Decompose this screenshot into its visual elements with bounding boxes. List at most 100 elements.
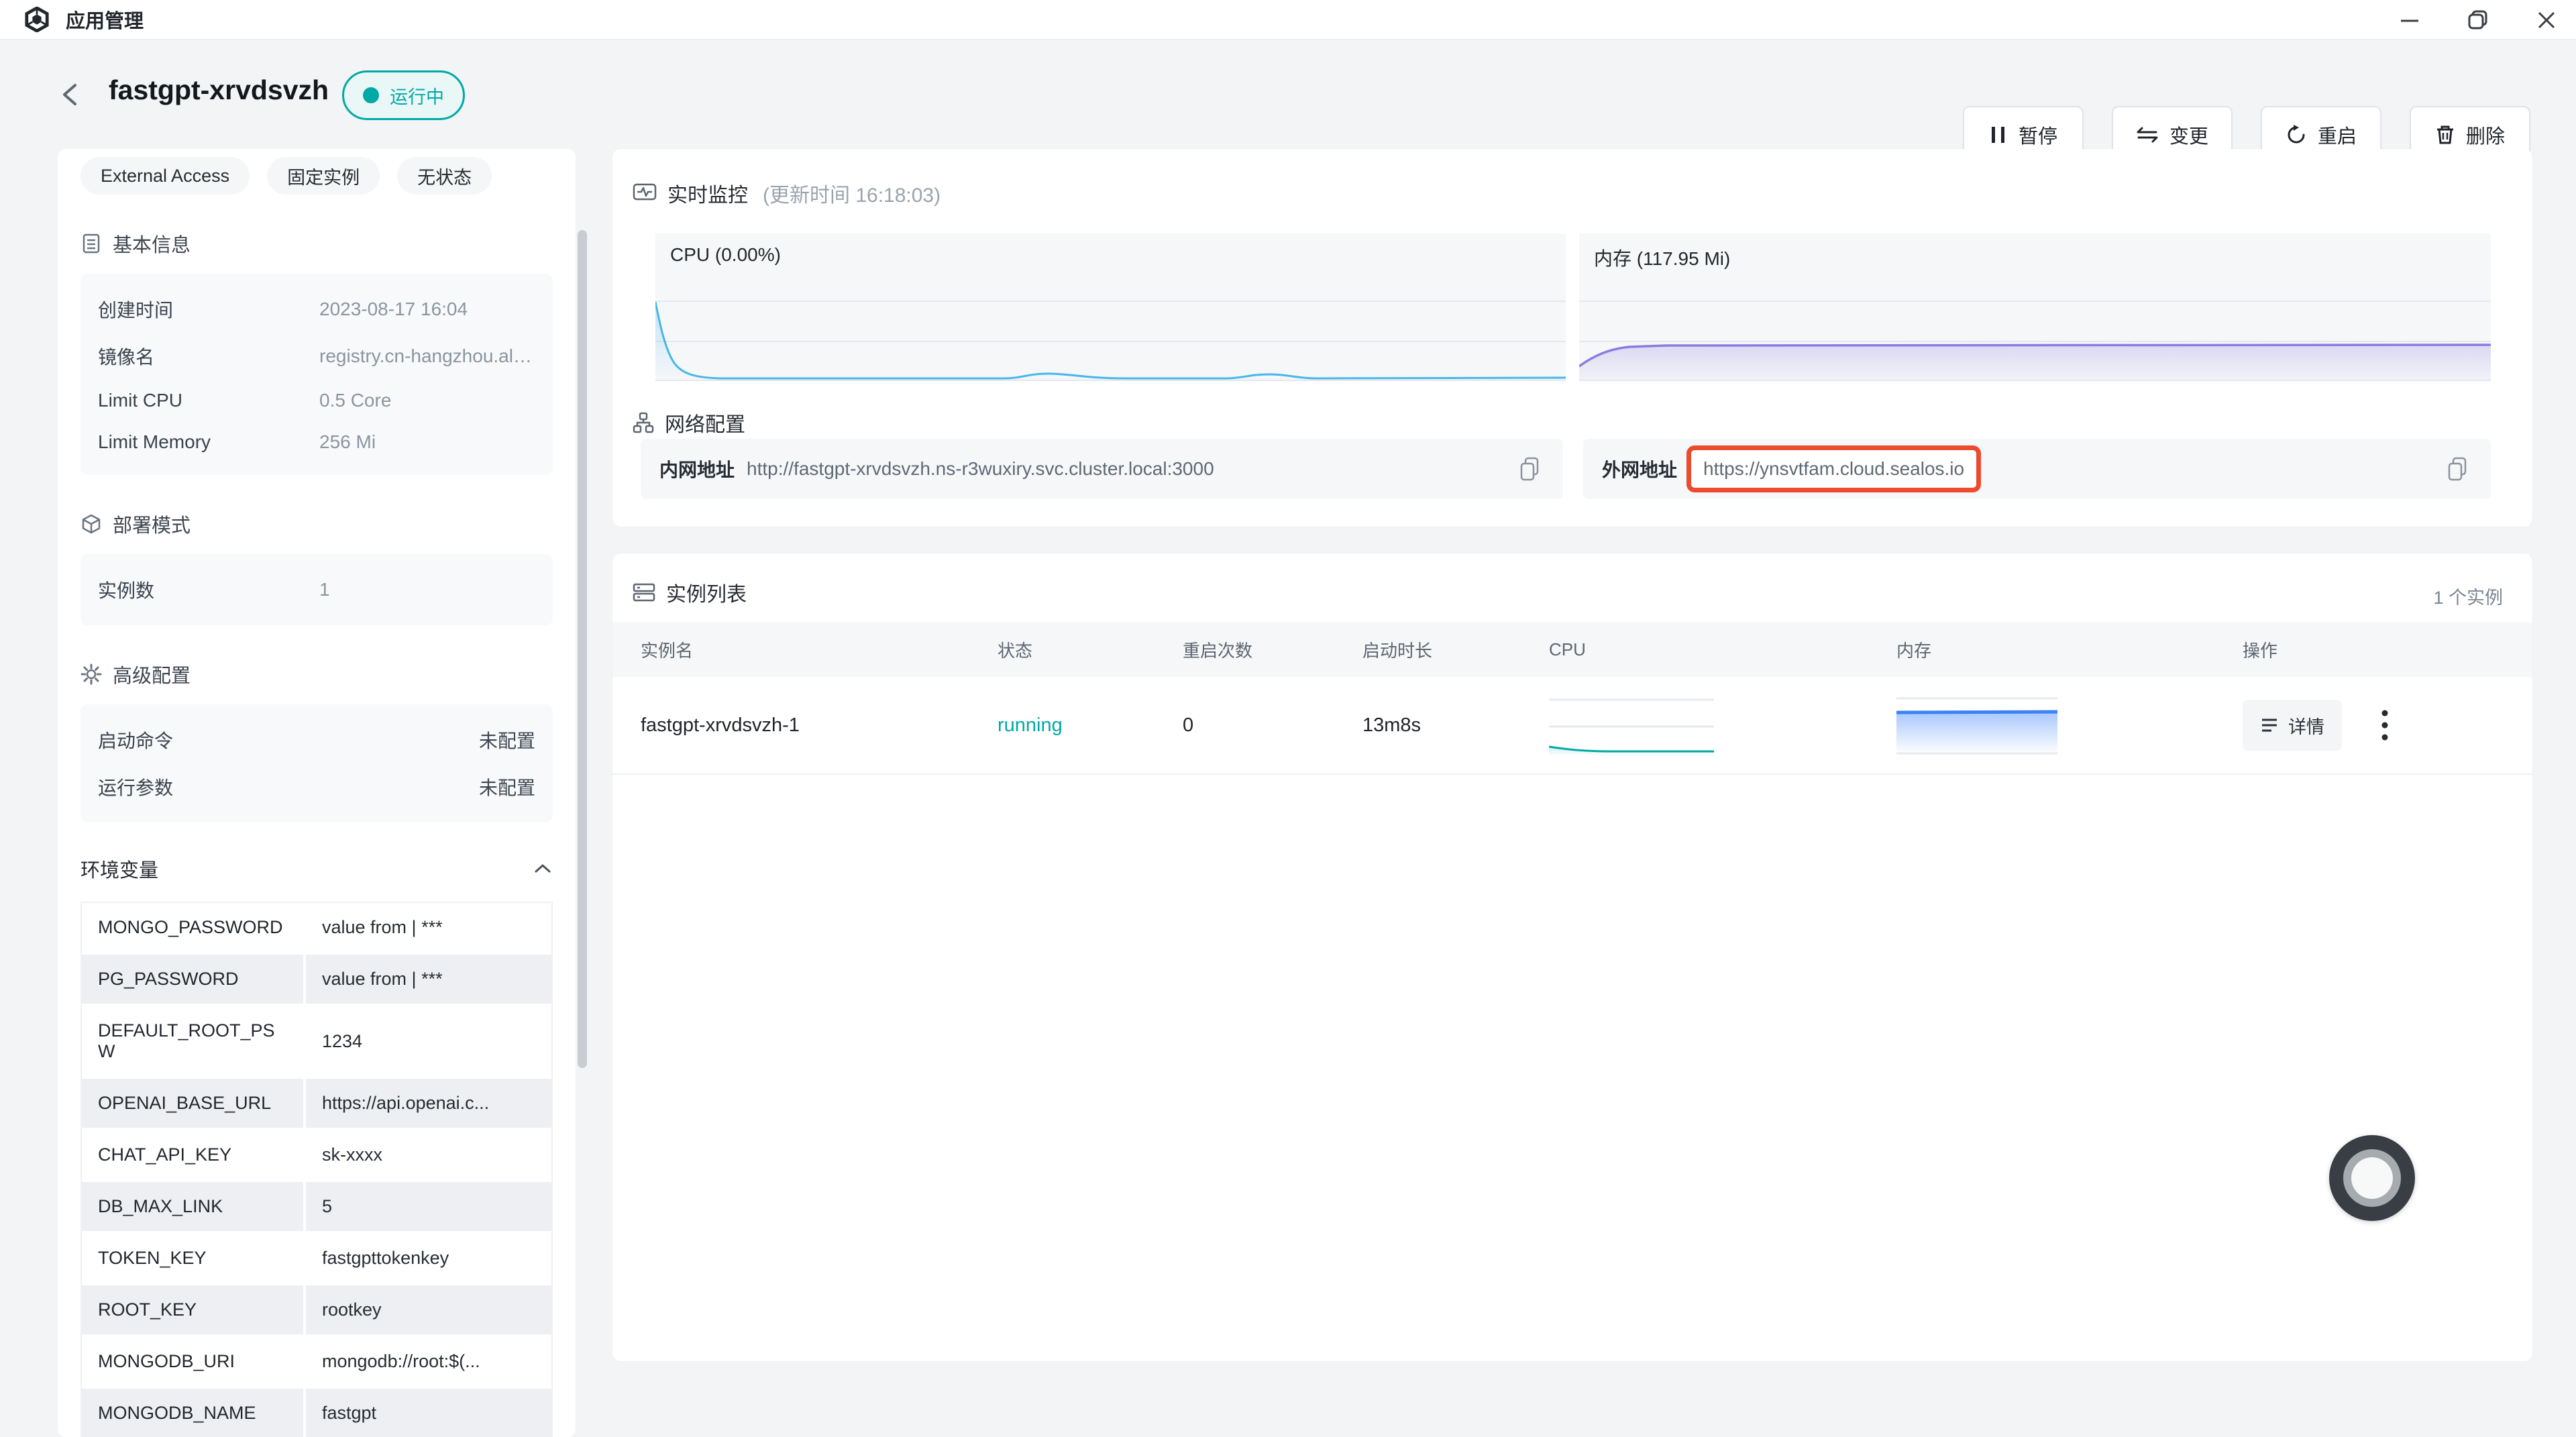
network-section-header: 网络配置 [633, 408, 745, 437]
internal-address-row: 内网地址 http://fastgpt-xrvdsvzh.ns-r3wuxiry… [641, 439, 1563, 499]
restore-icon[interactable] [2465, 7, 2491, 34]
info-row: 启动命令 未配置 [80, 716, 553, 763]
info-label: 运行参数 [98, 774, 319, 800]
env-value: rootkey [306, 1285, 551, 1334]
instance-cpu-sparkline [1549, 694, 1714, 756]
env-value: fastgpttokenkey [306, 1234, 551, 1283]
info-value: 2023-08-17 16:04 [319, 299, 468, 320]
info-label: 实例数 [98, 576, 319, 603]
detail-button[interactable]: 详情 [2243, 700, 2342, 751]
external-address-link[interactable]: https://ynsvtfam.cloud.sealos.io [1703, 458, 1964, 479]
memory-chart: 内存 (117.95 Mi) [1579, 233, 2491, 381]
tag-stateless[interactable]: 无状态 [397, 157, 492, 195]
external-address-row: 外网地址 https://ynsvtfam.cloud.sealos.io [1583, 439, 2491, 499]
col-header-cpu: CPU [1549, 639, 1896, 660]
cursor-ring-middle [2343, 1149, 2401, 1207]
gear-icon [80, 663, 102, 685]
info-row: 创建时间 2023-08-17 16:04 [80, 286, 553, 333]
swap-arrows-icon [2136, 124, 2159, 146]
info-label: Limit Memory [98, 431, 319, 453]
basic-info-box: 创建时间 2023-08-17 16:04 镜像名 registry.cn-ha… [80, 274, 553, 475]
status-badge-label: 运行中 [390, 83, 444, 109]
kebab-menu-icon[interactable] [2371, 705, 2398, 745]
env-key: OPENAI_BASE_URL [82, 1079, 303, 1128]
network-title: 网络配置 [665, 408, 745, 437]
info-row: 实例数 1 [80, 566, 553, 613]
basic-info-header: 基本信息 [80, 229, 553, 258]
info-row: Limit Memory 256 Mi [80, 421, 553, 463]
copy-icon[interactable] [1515, 454, 1544, 484]
cursor-ring-core [2351, 1157, 2393, 1199]
info-row: Limit CPU 0.5 Core [80, 380, 553, 421]
minimize-icon[interactable] [2396, 7, 2423, 34]
info-value: 未配置 [479, 727, 535, 753]
env-vars-header[interactable]: 环境变量 [80, 855, 553, 883]
info-label: 创建时间 [98, 296, 319, 323]
info-label: 镜像名 [98, 343, 319, 370]
page-content: fastgpt-xrvdsvzh 运行中 暂停 变更 [0, 40, 2576, 1382]
instance-uptime: 13m8s [1362, 714, 1549, 737]
delete-button-label: 删除 [2466, 121, 2505, 149]
deploy-mode-header: 部署模式 [80, 510, 553, 538]
instance-list-card: 实例列表 1 个实例 实例名 状态 重启次数 启动时长 CPU 内存 操作 fa… [612, 553, 2532, 1361]
env-value: fastgpt [306, 1389, 551, 1437]
info-label: Limit CPU [98, 390, 319, 411]
tag-fixed-instance[interactable]: 固定实例 [267, 157, 380, 195]
col-header-actions: 操作 [2243, 637, 2532, 662]
copy-icon[interactable] [2443, 454, 2472, 484]
advanced-config-title: 高级配置 [113, 660, 191, 688]
restart-button-label: 重启 [2318, 121, 2357, 149]
env-key: DEFAULT_ROOT_PSW [82, 1006, 303, 1076]
col-header-status: 状态 [998, 637, 1183, 662]
internal-address-value: http://fastgpt-xrvdsvzh.ns-r3wuxiry.svc.… [747, 458, 1214, 480]
status-dot-icon [363, 87, 379, 103]
info-label: 启动命令 [98, 727, 319, 753]
env-key: MONGODB_URI [82, 1337, 303, 1386]
restart-icon [2286, 124, 2307, 146]
deploy-mode-title: 部署模式 [113, 510, 191, 538]
cursor-click-indicator [2329, 1135, 2415, 1221]
instance-list-header: 实例列表 [633, 578, 747, 607]
network-icon [633, 412, 654, 433]
sidebar-scrollbar[interactable] [578, 230, 587, 1068]
env-value: https://api.openai.c... [306, 1079, 551, 1128]
info-value: 未配置 [479, 774, 535, 800]
instance-table-row: fastgpt-xrvdsvzh-1 running 0 13m8s [612, 677, 2532, 775]
info-value: registry.cn-hangzhou.aliyuncs.... [319, 345, 535, 367]
app-logo-icon [24, 7, 50, 32]
info-value: 0.5 Core [319, 390, 391, 411]
info-row: 运行参数 未配置 [80, 763, 553, 810]
env-key: TOKEN_KEY [82, 1234, 303, 1283]
instance-name: fastgpt-xrvdsvzh-1 [641, 714, 998, 737]
advanced-config-box: 启动命令 未配置 运行参数 未配置 [80, 704, 553, 822]
col-header-memory: 内存 [1896, 637, 2243, 662]
monitor-title: 实时监控 [667, 178, 748, 208]
monitor-network-card: 实时监控 (更新时间 16:18:03) CPU (0.00%) 内存 (117… [612, 149, 2532, 527]
instance-restarts: 0 [1183, 714, 1362, 737]
env-key: PG_PASSWORD [82, 955, 303, 1004]
env-vars-title: 环境变量 [80, 855, 158, 883]
highlight-box: https://ynsvtfam.cloud.sealos.io [1686, 445, 1981, 492]
window-titlebar: 应用管理 [0, 0, 2576, 40]
instance-memory-sparkline [1896, 694, 2061, 756]
list-icon [633, 582, 655, 603]
instance-count: 1 个实例 [2433, 583, 2503, 609]
cpu-line-chart [655, 233, 1566, 381]
env-value: 5 [306, 1182, 551, 1231]
env-value: value from | *** [306, 903, 551, 952]
tag-external-access[interactable]: External Access [80, 157, 250, 195]
chevron-up-icon[interactable] [533, 862, 553, 875]
back-button[interactable] [55, 78, 87, 111]
instance-table-header: 实例名 状态 重启次数 启动时长 CPU 内存 操作 [612, 622, 2532, 677]
col-header-uptime: 启动时长 [1362, 637, 1549, 662]
trash-icon [2435, 124, 2455, 146]
info-row: 镜像名 registry.cn-hangzhou.aliyuncs.... [80, 333, 553, 380]
monitor-icon [633, 183, 657, 203]
internal-address-label: 内网地址 [659, 456, 735, 482]
env-key: MONGO_PASSWORD [82, 903, 303, 952]
close-icon[interactable] [2533, 7, 2560, 34]
cpu-chart: CPU (0.00%) [655, 233, 1566, 381]
env-key: MONGODB_NAME [82, 1389, 303, 1437]
env-key: ROOT_KEY [82, 1285, 303, 1334]
app-detail-sidebar: External Access 固定实例 无状态 基本信息 创建时间 2023-… [58, 149, 576, 1437]
